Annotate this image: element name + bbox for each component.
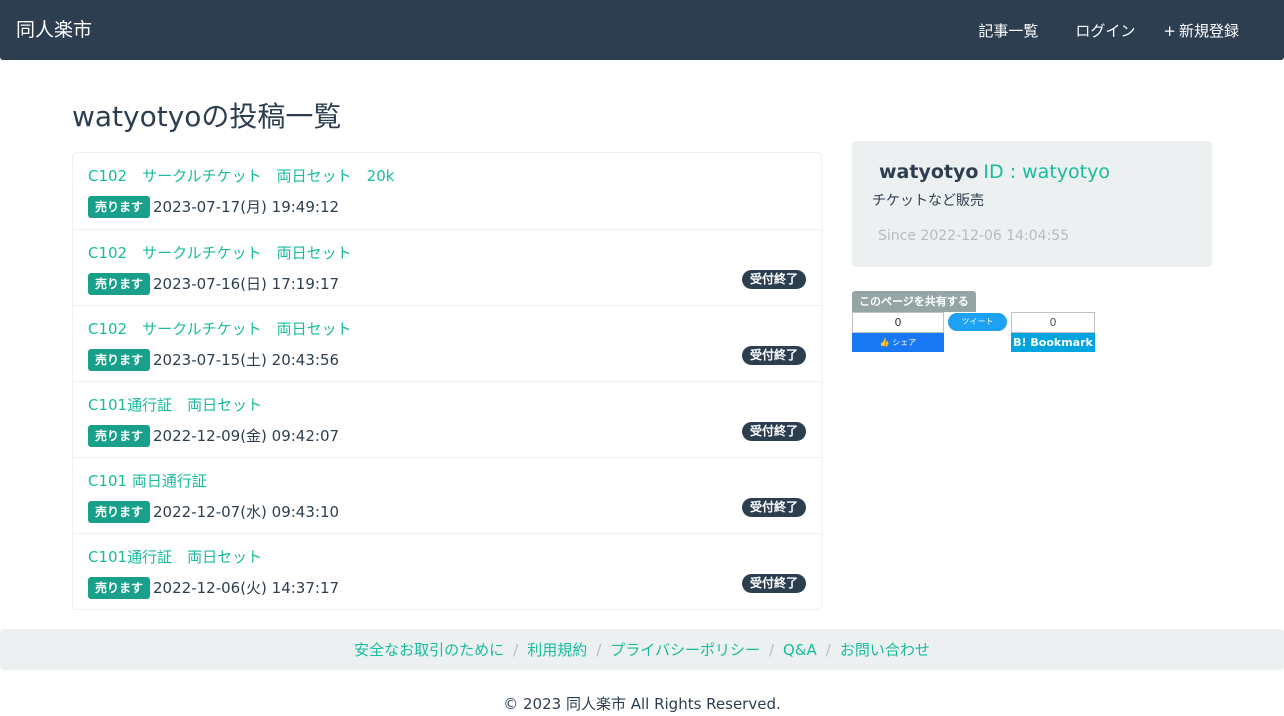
profile-since: Since 2022-12-06 14:04:55 [872, 226, 1069, 246]
footer-separator: / [825, 640, 831, 659]
profile-since-text: Since 2022-12-06 14:04:55 [878, 228, 1070, 244]
sell-badge: 売ります [88, 273, 151, 295]
closed-status-badge: 受付終了 [741, 574, 806, 593]
post-item: C102 サークルチケット 両日セット 売ります 2023-07-15(土) 2… [73, 305, 821, 381]
post-date: 2023-07-17(月) 19:49:12 [153, 198, 340, 216]
navbar: 同人楽市 記事一覧 ログイン + 新規登録 [0, 0, 1284, 60]
post-title-link[interactable]: C101 両日通行証 [88, 471, 207, 491]
nav-login-label: ログイン [1075, 22, 1136, 40]
sell-badge: 売ります [88, 349, 151, 371]
closed-status-badge: 受付終了 [741, 346, 806, 365]
copyright: © 2023 同人楽市 All Rights Reserved. [503, 695, 781, 713]
post-title-link[interactable]: C101通行証 両日セット [88, 395, 262, 415]
plus-icon: + [1163, 22, 1176, 40]
closed-status-badge: 受付終了 [741, 422, 806, 441]
post-meta: 売ります 2023-07-16(日) 17:19:17 [88, 273, 339, 295]
post-list: C102 サークルチケット 両日セット 20k 売ります 2023-07-17(… [72, 152, 822, 610]
post-item: C101通行証 両日セット 売ります 2022-12-06(火) 14:37:1… [73, 533, 821, 609]
footer-link-faq[interactable]: Q&A [783, 640, 817, 660]
footer-separator: / [768, 640, 775, 659]
nav-register-link[interactable]: + 新規登録 [1163, 20, 1239, 42]
footer-link-contact[interactable]: お問い合わせ [840, 640, 930, 660]
footer-separator: / [513, 640, 519, 659]
post-date: 2022-12-06(火) 14:37:17 [153, 579, 340, 597]
share-label: このページを共有する [852, 291, 976, 312]
post-date: 2022-12-09(金) 09:42:07 [153, 427, 340, 445]
post-meta: 売ります 2023-07-15(土) 20:43:56 [88, 349, 339, 371]
post-title-link[interactable]: C102 サークルチケット 両日セット 20k [88, 166, 394, 186]
nav-links: 記事一覧 ログイン + 新規登録 [969, 20, 1239, 42]
post-title-link[interactable]: C101通行証 両日セット [88, 547, 262, 567]
footer-link-privacy[interactable]: プライバシーポリシー [610, 640, 760, 660]
profile-username: watyotyo [879, 161, 979, 183]
hatena-bookmark-widget[interactable]: 0 B! Bookmark [1011, 312, 1095, 352]
post-meta: 売ります 2022-12-09(金) 09:42:07 [88, 425, 339, 447]
nav-register-label: 新規登録 [1178, 22, 1239, 40]
profile-name-row: watyotyo ID : watyotyo [872, 161, 1110, 183]
facebook-share-button[interactable]: 👍 シェア [852, 333, 944, 352]
facebook-share-widget[interactable]: 0 👍 シェア [852, 312, 944, 352]
post-item: C101通行証 両日セット 売ります 2022-12-09(金) 09:42:0… [73, 381, 821, 457]
post-item: C102 サークルチケット 両日セット 売ります 2023-07-16(日) 1… [73, 229, 821, 305]
post-title-link[interactable]: C102 サークルチケット 両日セット [88, 319, 352, 339]
closed-status-badge: 受付終了 [741, 270, 806, 289]
hatena-bookmark-button[interactable]: B! Bookmark [1011, 333, 1095, 352]
post-date: 2023-07-16(日) 17:19:17 [153, 275, 340, 293]
post-title-link[interactable]: C102 サークルチケット 両日セット [88, 243, 352, 263]
post-item: C101 両日通行証 売ります 2022-12-07(水) 09:43:10 受… [73, 457, 821, 533]
sell-badge: 売ります [88, 196, 151, 218]
post-item: C102 サークルチケット 両日セット 20k 売ります 2023-07-17(… [73, 153, 821, 229]
sell-badge: 売ります [88, 577, 151, 599]
nav-login-link[interactable]: ログイン [1066, 20, 1135, 42]
nav-articles-label: 記事一覧 [978, 22, 1039, 40]
post-date: 2023-07-15(土) 20:43:56 [153, 351, 340, 369]
nav-articles-link[interactable]: 記事一覧 [969, 20, 1038, 42]
facebook-share-count: 0 [852, 312, 944, 333]
post-date: 2022-12-07(水) 09:43:10 [153, 503, 340, 521]
profile-user-id: ID : watyotyo [983, 161, 1110, 183]
hatena-bookmark-count: 0 [1011, 312, 1095, 333]
twitter-share-button[interactable]: ツイート [948, 313, 1007, 331]
closed-status-badge: 受付終了 [741, 498, 806, 517]
sell-badge: 売ります [88, 425, 151, 447]
sell-badge: 売ります [88, 501, 151, 523]
page-title: watyotyoの投稿一覧 [72, 100, 342, 133]
footer-separator: / [596, 640, 602, 659]
profile-bio: チケットなど販売 [872, 193, 984, 209]
footer-link-terms[interactable]: 利用規約 [527, 640, 587, 660]
post-meta: 売ります 2023-07-17(月) 19:49:12 [88, 196, 339, 218]
post-meta: 売ります 2022-12-07(水) 09:43:10 [88, 501, 339, 523]
footer-links: 安全なお取引のために / 利用規約 / プライバシーポリシー / Q&A / お… [0, 629, 1284, 670]
post-meta: 売ります 2022-12-06(火) 14:37:17 [88, 577, 339, 599]
user-profile-panel: watyotyo ID : watyotyo チケットなど販売 Since 20… [852, 141, 1212, 267]
site-brand[interactable]: 同人楽市 [16, 18, 92, 42]
footer-link-safety[interactable]: 安全なお取引のために [354, 640, 504, 660]
